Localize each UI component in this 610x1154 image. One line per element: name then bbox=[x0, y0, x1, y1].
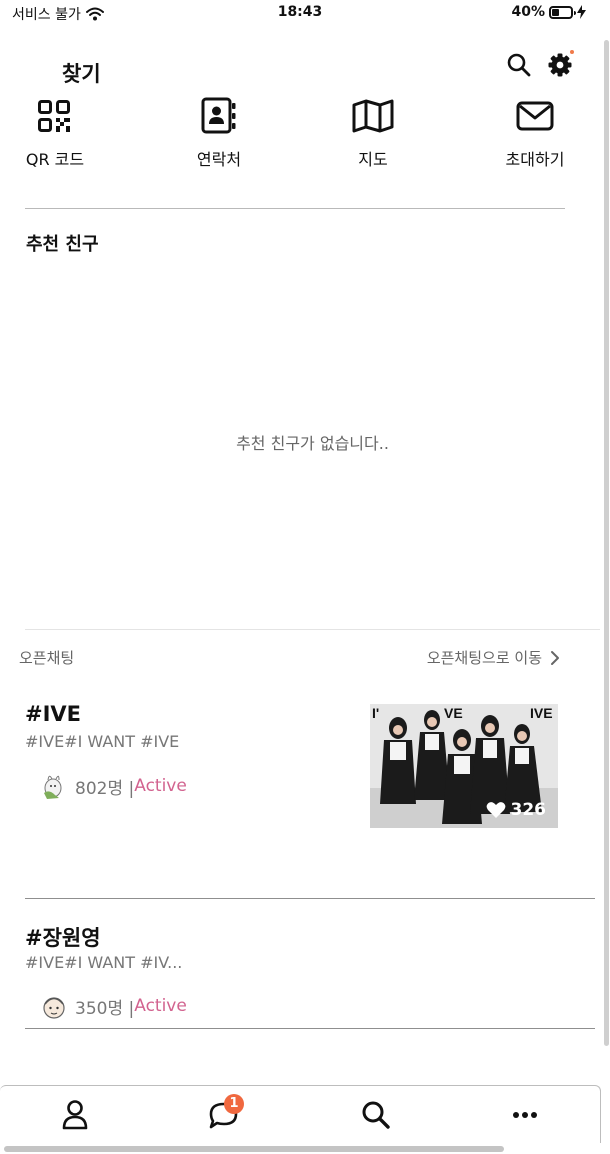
room-name: #IVE bbox=[25, 702, 82, 726]
open-chat-link[interactable]: 오픈채팅으로 이동 bbox=[427, 647, 560, 668]
like-count: 326 bbox=[486, 800, 547, 820]
recommended-empty-message: 추천 친구가 없습니다.. bbox=[236, 434, 389, 453]
qa-label: 지도 bbox=[358, 150, 388, 169]
member-count: 802명 | bbox=[75, 778, 135, 799]
avatar bbox=[39, 991, 69, 1021]
room-status: Active bbox=[134, 996, 187, 1016]
contacts-button[interactable]: 연락처 bbox=[164, 94, 274, 170]
chat-badge: 1 bbox=[224, 1094, 244, 1114]
room-meta: 350명 | Active bbox=[39, 991, 187, 1021]
open-chat-room[interactable]: #장원영 #IVE#I WANT #IV... 350명 | Active bbox=[0, 910, 600, 1026]
battery-percent: 40% bbox=[511, 4, 545, 20]
contacts-icon bbox=[201, 97, 236, 134]
search-icon bbox=[362, 1101, 390, 1129]
thumb-text: I' bbox=[372, 705, 379, 721]
gear-icon bbox=[548, 53, 572, 77]
qa-label: 연락처 bbox=[196, 150, 242, 169]
charging-icon bbox=[577, 5, 586, 19]
map-button[interactable]: 지도 bbox=[318, 94, 428, 170]
room-status: Active bbox=[134, 776, 187, 796]
member-count: 350명 | bbox=[75, 998, 135, 1019]
qa-label: QR 코드 bbox=[25, 150, 85, 169]
qr-code-button[interactable]: QR 코드 bbox=[0, 94, 110, 170]
search-icon bbox=[507, 53, 531, 77]
open-chat-title: 오픈채팅 bbox=[19, 649, 75, 667]
recommended-title: 추천 친구 bbox=[26, 234, 99, 255]
battery-icon bbox=[549, 5, 576, 19]
room-tags: #IVE#I WANT #IVE bbox=[25, 732, 180, 751]
avatar bbox=[39, 771, 69, 801]
invite-button[interactable]: 초대하기 bbox=[480, 94, 590, 170]
divider bbox=[25, 629, 600, 630]
more-icon bbox=[513, 1112, 537, 1118]
thumb-text: VE bbox=[444, 705, 463, 721]
tab-profile[interactable] bbox=[58, 1098, 92, 1132]
vertical-scrollbar[interactable] bbox=[604, 40, 609, 1046]
notification-dot bbox=[570, 50, 574, 54]
room-meta: 802명 | Active bbox=[39, 771, 187, 801]
room-tags: #IVE#I WANT #IV... bbox=[25, 953, 183, 972]
bottom-tab-bar: 1 bbox=[0, 1085, 601, 1143]
tab-search[interactable] bbox=[359, 1098, 393, 1132]
room-name: #장원영 bbox=[25, 926, 101, 950]
map-icon bbox=[352, 99, 394, 133]
qa-label: 초대하기 bbox=[505, 150, 565, 169]
heart-icon bbox=[486, 802, 505, 818]
status-battery: 40% bbox=[511, 4, 586, 20]
chevron-right-icon bbox=[551, 650, 559, 665]
tab-more[interactable] bbox=[508, 1098, 542, 1132]
like-count-value: 326 bbox=[510, 800, 547, 820]
settings-button[interactable] bbox=[546, 50, 574, 78]
thumb-text: IVE bbox=[530, 705, 553, 721]
room-thumbnail[interactable]: I' VE IVE 326 bbox=[370, 704, 558, 828]
horizontal-scrollbar[interactable] bbox=[4, 1146, 504, 1152]
status-time: 18:43 bbox=[277, 4, 323, 20]
profile-icon bbox=[62, 1100, 88, 1130]
divider bbox=[25, 208, 565, 209]
divider bbox=[25, 898, 595, 899]
header-search-button[interactable] bbox=[506, 52, 532, 78]
open-chat-link-label: 오픈채팅으로 이동 bbox=[426, 649, 542, 667]
page-title: 찾기 bbox=[62, 62, 101, 86]
divider bbox=[25, 1028, 595, 1029]
qr-code-icon bbox=[38, 100, 70, 132]
envelope-icon bbox=[516, 101, 554, 131]
